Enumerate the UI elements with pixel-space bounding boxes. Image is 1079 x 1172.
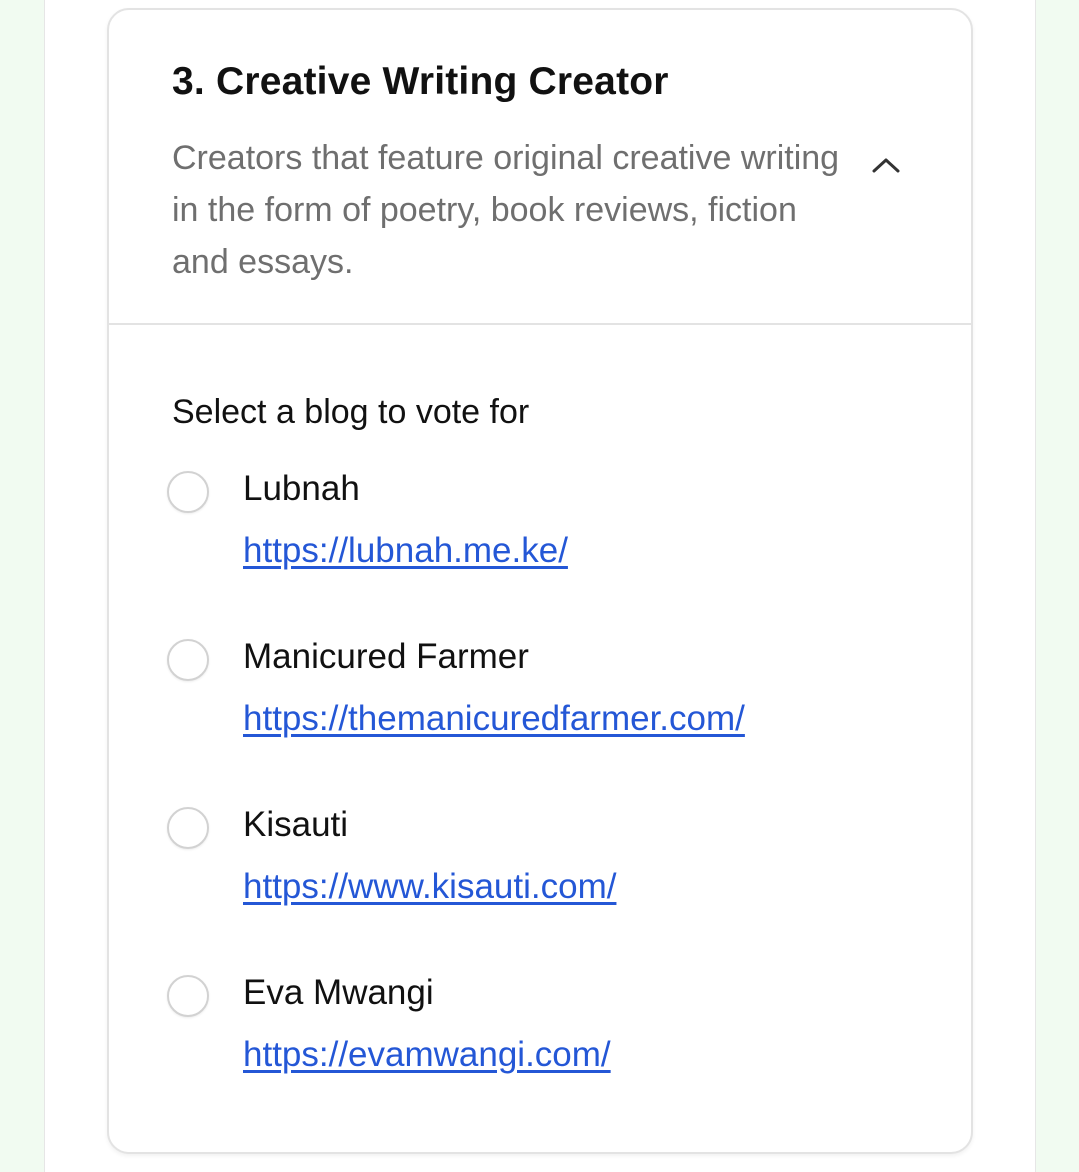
blog-option: Manicured Farmer https://themanicuredfar… bbox=[167, 633, 927, 801]
blog-name: Lubnah bbox=[243, 469, 360, 508]
blog-link[interactable]: https://lubnah.me.ke/ bbox=[243, 531, 568, 571]
radio-button[interactable] bbox=[167, 975, 209, 1017]
blog-link[interactable]: https://www.kisauti.com/ bbox=[243, 867, 616, 907]
page-container: 3. Creative Writing Creator Creators tha… bbox=[44, 0, 1036, 1172]
chevron-up-icon bbox=[872, 158, 900, 173]
radio-button[interactable] bbox=[167, 639, 209, 681]
category-card: 3. Creative Writing Creator Creators tha… bbox=[107, 8, 973, 1154]
blog-name: Eva Mwangi bbox=[243, 973, 434, 1012]
radio-button[interactable] bbox=[167, 807, 209, 849]
collapse-button[interactable] bbox=[869, 148, 903, 182]
blog-option: Eva Mwangi https://evamwangi.com/ bbox=[167, 969, 927, 1137]
blog-options-list: Lubnah https://lubnah.me.ke/ Manicured F… bbox=[167, 465, 927, 1137]
category-description: Creators that feature original creative … bbox=[172, 139, 840, 281]
vote-prompt: Select a blog to vote for bbox=[172, 393, 530, 431]
radio-button[interactable] bbox=[167, 471, 209, 513]
blog-option: Lubnah https://lubnah.me.ke/ bbox=[167, 465, 927, 633]
blog-name: Manicured Farmer bbox=[243, 637, 529, 676]
blog-option: Kisauti https://www.kisauti.com/ bbox=[167, 801, 927, 969]
blog-link[interactable]: https://evamwangi.com/ bbox=[243, 1035, 611, 1075]
category-title: 3. Creative Writing Creator bbox=[172, 60, 669, 103]
blog-link[interactable]: https://themanicuredfarmer.com/ bbox=[243, 699, 745, 739]
blog-name: Kisauti bbox=[243, 805, 349, 844]
category-header[interactable]: 3. Creative Writing Creator Creators tha… bbox=[109, 10, 971, 325]
